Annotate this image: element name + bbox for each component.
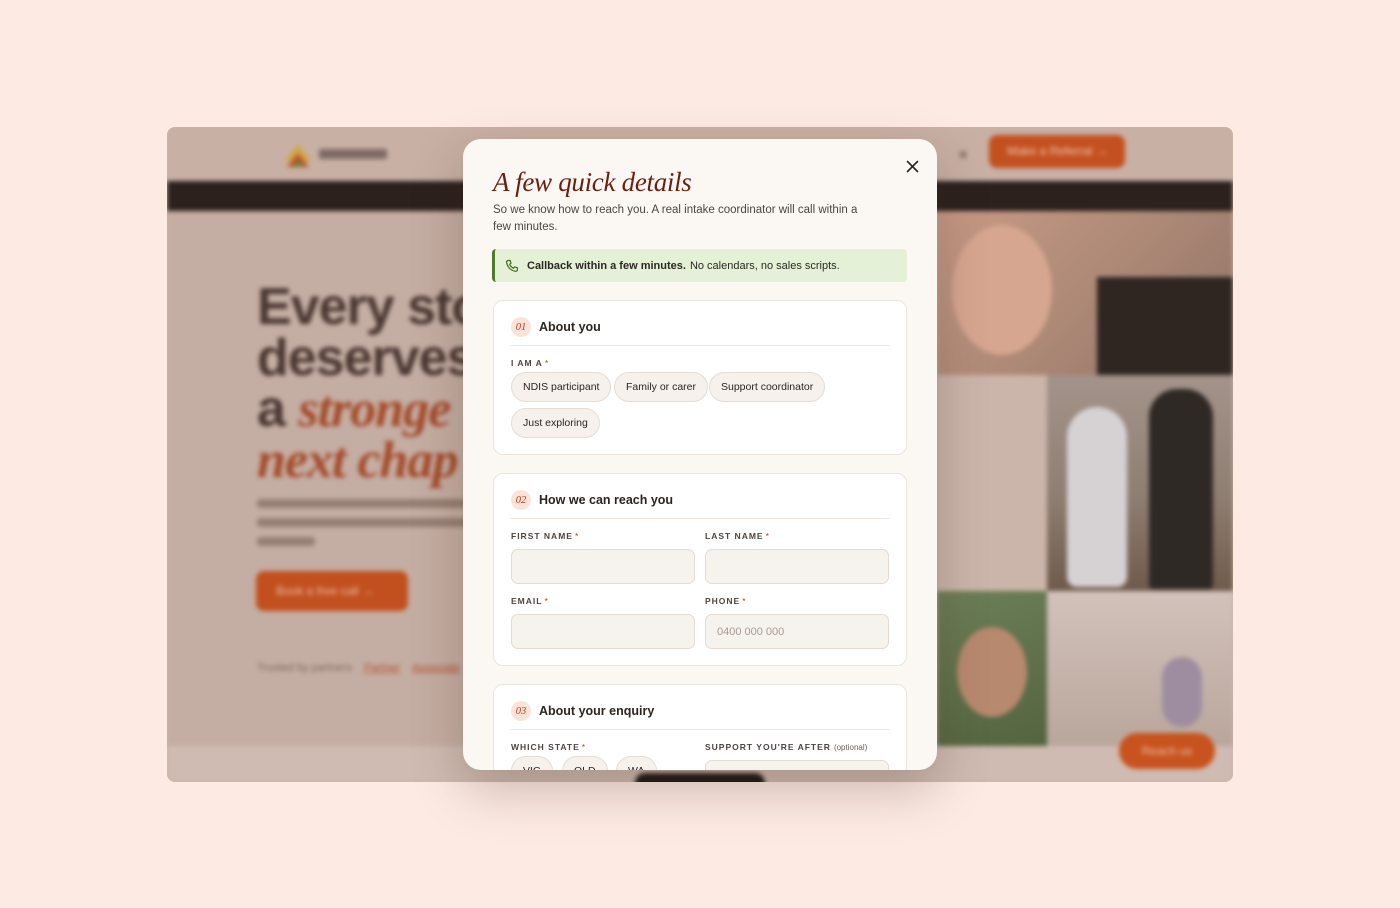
hero-paragraph-line <box>257 518 472 527</box>
section-divider <box>511 729 889 730</box>
reach-us-button[interactable]: Reach us <box>1119 733 1215 769</box>
callout-text: No calendars, no sales scripts. <box>689 259 840 272</box>
last-name-field[interactable] <box>705 549 889 584</box>
hero-trust-text: Trusted by partners <box>257 662 352 674</box>
photo-figure <box>1162 657 1202 727</box>
state-vic[interactable]: VIC <box>511 756 553 770</box>
section-header: 03 About your enquiry <box>511 701 654 721</box>
section-header: 01 About you <box>511 317 601 337</box>
optional-note: (optional) <box>833 743 868 752</box>
section-number: 01 <box>511 317 531 337</box>
modal-title: A few quick details <box>493 167 692 197</box>
phone-icon <box>505 259 518 272</box>
required-mark: * <box>765 531 770 541</box>
hero-photo <box>1047 591 1233 746</box>
hero-trust-line: Trusted by partners Partner Associate <box>257 662 460 674</box>
book-free-call-button[interactable]: Book a free call → <box>256 571 408 611</box>
photo-shadow <box>1097 277 1233 375</box>
section-about-you: 01 About you I AM A * NDIS participant Fa… <box>493 300 907 455</box>
required-mark: * <box>544 596 549 606</box>
section-title: About your enquiry <box>539 704 655 718</box>
hero-photo <box>937 375 1047 591</box>
photo-face <box>957 627 1027 717</box>
section-divider <box>511 345 889 346</box>
support-select[interactable] <box>705 760 889 770</box>
make-referral-button[interactable]: Make a Referral → <box>989 135 1125 168</box>
details-modal: A few quick details So we know how to re… <box>463 139 937 770</box>
section-reach-you: 02 How we can reach you FIRST NAME * LAST… <box>493 473 907 666</box>
close-button[interactable] <box>901 155 923 177</box>
hero-headline-italic-2: next chap <box>257 432 458 489</box>
required-mark: * <box>544 358 550 368</box>
state-qld[interactable]: QLD <box>562 756 608 770</box>
hero-headline-line-4: next chap <box>257 432 458 489</box>
first-name-field[interactable] <box>511 549 695 584</box>
hero-headline-line-2: deserves <box>257 329 476 387</box>
required-mark: * <box>574 531 580 541</box>
phone-field[interactable] <box>705 614 889 649</box>
hero-paragraph-line <box>257 499 467 508</box>
bg-floating-pill <box>635 773 765 782</box>
option-ndis-participant[interactable]: NDIS participant <box>511 372 612 402</box>
section-number: 03 <box>511 701 531 721</box>
logo-icon <box>283 143 313 169</box>
option-support-coordinator[interactable]: Support coordinator <box>709 372 826 402</box>
last-name-label-text: LAST NAME <box>705 531 764 541</box>
option-family-or-carer[interactable]: Family or carer <box>614 372 709 402</box>
callback-callout: Callback within a few minutes. No calend… <box>492 249 907 282</box>
hero-headline-italic: stronge <box>298 381 451 438</box>
hero-trust-link[interactable]: Partner <box>364 662 400 674</box>
section-header: 02 How we can reach you <box>511 490 673 510</box>
hero-headline-line-3: a stronge <box>257 380 451 438</box>
photo-figure <box>1149 389 1213 589</box>
modal-subtitle: So we know how to reach you. A real inta… <box>493 204 858 233</box>
state-wa[interactable]: WA <box>616 756 657 770</box>
i-am-a-label-text: I AM A <box>511 358 543 368</box>
option-just-exploring[interactable]: Just exploring <box>511 408 600 438</box>
i-am-a-label: I AM A * <box>511 358 549 368</box>
required-mark: * <box>581 742 587 752</box>
email-label-text: EMAIL <box>511 596 543 606</box>
section-divider <box>511 518 889 519</box>
logo-wordmark <box>319 149 387 159</box>
section-number: 02 <box>511 490 531 510</box>
section-title: How we can reach you <box>539 493 674 507</box>
last-name-label: LAST NAME * <box>705 531 770 541</box>
first-name-label-text: FIRST NAME <box>511 531 573 541</box>
callout-bold: Callback within a few minutes. <box>527 259 686 272</box>
hero-headline-plain: a <box>257 380 299 438</box>
photo-face <box>952 225 1052 355</box>
hero-trust-link[interactable]: Associate <box>412 662 460 674</box>
phone-label-text: PHONE <box>705 596 741 606</box>
email-label: EMAIL * <box>511 596 549 606</box>
which-state-label: WHICH STATE * <box>511 742 586 752</box>
section-enquiry: 03 About your enquiry WHICH STATE * SUPPO… <box>493 684 907 770</box>
first-name-label: FIRST NAME * <box>511 531 579 541</box>
email-field[interactable] <box>511 614 695 649</box>
support-label-text: SUPPORT YOU'RE AFTER <box>705 742 831 752</box>
menu-icon[interactable]: ≡ <box>959 146 967 162</box>
close-icon <box>906 160 918 172</box>
section-title: About you <box>539 320 601 334</box>
phone-label: PHONE * <box>705 596 747 606</box>
support-label: SUPPORT YOU'RE AFTER (optional) <box>705 742 867 752</box>
required-mark: * <box>742 596 747 606</box>
which-state-label-text: WHICH STATE <box>511 742 580 752</box>
photo-figure <box>1067 407 1127 587</box>
hero-paragraph-line <box>257 537 315 546</box>
